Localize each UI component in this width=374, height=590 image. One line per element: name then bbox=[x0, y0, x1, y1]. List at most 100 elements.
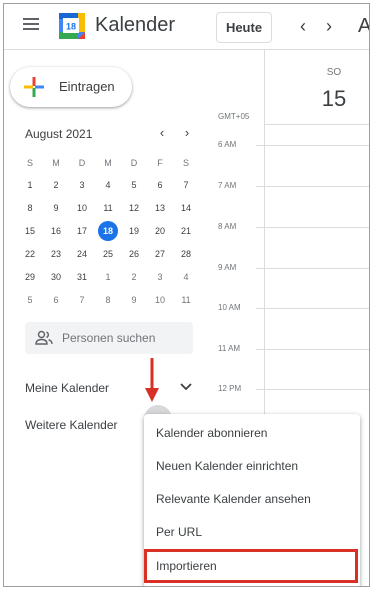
mini-calendar-day[interactable]: 5 bbox=[17, 289, 43, 311]
mini-calendar-day[interactable]: 23 bbox=[43, 243, 69, 265]
mini-calendar-day[interactable]: 12 bbox=[121, 197, 147, 219]
mini-calendar-day[interactable]: 11 bbox=[173, 289, 199, 311]
mini-calendar-day[interactable]: 28 bbox=[173, 243, 199, 265]
menu-item-import[interactable]: Importieren bbox=[144, 549, 358, 583]
mini-calendar-week: 15 16 17 18 19 20 21 bbox=[17, 220, 199, 243]
calendar-logo-icon: 18 bbox=[59, 13, 85, 39]
create-event-button[interactable]: Eintragen bbox=[10, 67, 132, 107]
hour-label: 12 PM bbox=[218, 384, 242, 393]
people-search-input[interactable]: Personen suchen bbox=[25, 322, 193, 354]
mini-calendar-day[interactable]: 20 bbox=[147, 220, 173, 242]
mini-calendar-day[interactable]: 2 bbox=[43, 174, 69, 196]
weekday-label: M bbox=[52, 158, 60, 168]
hour-label: 8 AM bbox=[218, 222, 237, 231]
hour-gridline bbox=[256, 268, 369, 269]
hour-gridline bbox=[256, 308, 369, 309]
mini-calendar-day[interactable]: 25 bbox=[95, 243, 121, 265]
mini-calendar-day[interactable]: 17 bbox=[69, 220, 95, 242]
timezone-label: GMT+05 bbox=[218, 112, 250, 121]
mini-calendar-day[interactable]: 8 bbox=[17, 197, 43, 219]
create-event-label: Eintragen bbox=[59, 79, 115, 94]
app-title: Kalender bbox=[95, 14, 176, 36]
mini-calendar-day[interactable]: 3 bbox=[69, 174, 95, 196]
weekday-label: F bbox=[157, 158, 163, 168]
weekday-label: D bbox=[130, 158, 138, 168]
mini-calendar-day[interactable]: 24 bbox=[69, 243, 95, 265]
mini-calendar-day[interactable]: 4 bbox=[95, 174, 121, 196]
mini-calendar-weekdays: S M D M D F S bbox=[17, 152, 199, 174]
mini-calendar-day[interactable]: 5 bbox=[121, 174, 147, 196]
today-button[interactable]: Heute bbox=[216, 12, 272, 43]
mini-calendar-day[interactable]: 26 bbox=[121, 243, 147, 265]
mini-calendar-day[interactable]: 13 bbox=[147, 197, 173, 219]
mini-calendar-day[interactable]: 10 bbox=[69, 197, 95, 219]
hour-label: 10 AM bbox=[218, 303, 241, 312]
mini-calendar-day[interactable]: 1 bbox=[17, 174, 43, 196]
weekday-label: S bbox=[182, 158, 189, 168]
mini-calendar-title: August 2021 bbox=[25, 127, 93, 141]
hour-gridline bbox=[256, 349, 369, 350]
mini-calendar-day[interactable]: 14 bbox=[173, 197, 199, 219]
main-menu-icon[interactable] bbox=[23, 17, 41, 31]
mini-calendar-day[interactable]: 15 bbox=[17, 220, 43, 242]
hour-label: 11 AM bbox=[218, 344, 241, 353]
mini-calendar-week: 1 2 3 4 5 6 7 bbox=[17, 174, 199, 197]
app-window: 18 Kalender Heute ‹ › A Eintragen August… bbox=[3, 3, 370, 587]
mini-calendar-day[interactable]: 1 bbox=[95, 266, 121, 288]
mini-calendar-prev-button[interactable]: ‹ bbox=[153, 124, 171, 142]
mini-calendar-day[interactable]: 7 bbox=[69, 289, 95, 311]
mini-calendar-day[interactable]: 22 bbox=[17, 243, 43, 265]
mini-calendar-week: 5 6 7 8 9 10 11 bbox=[17, 289, 199, 312]
mini-calendar-day[interactable]: 7 bbox=[173, 174, 199, 196]
red-arrow-annotation bbox=[145, 358, 159, 402]
mini-calendar-week: 8 9 10 11 12 13 14 bbox=[17, 197, 199, 220]
my-calendars-heading[interactable]: Meine Kalender bbox=[25, 381, 109, 395]
mini-calendar-day[interactable]: 2 bbox=[121, 266, 147, 288]
menu-item-create-calendar[interactable]: Neuen Kalender einrichten bbox=[144, 451, 360, 481]
mini-calendar-day[interactable]: 31 bbox=[69, 266, 95, 288]
plus-icon bbox=[24, 77, 44, 97]
mini-calendar-today[interactable]: 18 bbox=[95, 220, 121, 242]
mini-calendar-day[interactable]: 10 bbox=[147, 289, 173, 311]
menu-item-browse-calendars[interactable]: Relevante Kalender ansehen bbox=[144, 484, 360, 514]
people-icon bbox=[35, 330, 53, 345]
mini-calendar-day[interactable]: 9 bbox=[121, 289, 147, 311]
day-number[interactable]: 15 bbox=[314, 86, 354, 112]
weekday-label: D bbox=[78, 158, 86, 168]
next-period-button[interactable]: › bbox=[318, 14, 340, 38]
weekday-label: M bbox=[104, 158, 112, 168]
hour-label: 7 AM bbox=[218, 181, 237, 190]
mini-calendar-day[interactable]: 9 bbox=[43, 197, 69, 219]
hour-gridline bbox=[256, 145, 369, 146]
hour-label: 9 AM bbox=[218, 263, 237, 272]
mini-calendar-day[interactable]: 29 bbox=[17, 266, 43, 288]
weekday-label: S bbox=[26, 158, 33, 168]
people-search-placeholder: Personen suchen bbox=[62, 331, 156, 345]
mini-calendar-day[interactable]: 30 bbox=[43, 266, 69, 288]
mini-calendar-day[interactable]: 11 bbox=[95, 197, 121, 219]
mini-calendar-day[interactable]: 6 bbox=[147, 174, 173, 196]
mini-calendar-day[interactable]: 21 bbox=[173, 220, 199, 242]
mini-calendar-day[interactable]: 27 bbox=[147, 243, 173, 265]
mini-calendar-day[interactable]: 4 bbox=[173, 266, 199, 288]
other-calendars-menu: Kalender abonnieren Neuen Kalender einri… bbox=[144, 414, 360, 586]
hour-label: 6 AM bbox=[218, 140, 237, 149]
previous-period-button[interactable]: ‹ bbox=[292, 14, 314, 38]
mini-calendar-day[interactable]: 8 bbox=[95, 289, 121, 311]
menu-item-from-url[interactable]: Per URL bbox=[144, 517, 360, 547]
menu-item-subscribe[interactable]: Kalender abonnieren bbox=[144, 418, 360, 448]
other-calendars-heading: Weitere Kalender bbox=[25, 418, 118, 432]
chevron-down-icon[interactable] bbox=[178, 378, 194, 396]
mini-calendar-day[interactable]: 3 bbox=[147, 266, 173, 288]
mini-calendar-day[interactable]: 6 bbox=[43, 289, 69, 311]
mini-calendar-day[interactable]: 19 bbox=[121, 220, 147, 242]
top-bar: 18 Kalender Heute ‹ › A bbox=[4, 4, 369, 50]
mini-calendar-next-button[interactable]: › bbox=[178, 124, 196, 142]
day-header-divider bbox=[265, 124, 369, 125]
mini-calendar-grid: S M D M D F S 1 2 3 4 5 6 7 8 9 10 11 12… bbox=[17, 152, 199, 312]
mini-calendar-day[interactable]: 16 bbox=[43, 220, 69, 242]
logo-day: 18 bbox=[66, 22, 76, 32]
hour-gridline bbox=[256, 389, 369, 390]
day-name: SO bbox=[326, 67, 342, 78]
current-month-heading: A bbox=[358, 15, 369, 38]
